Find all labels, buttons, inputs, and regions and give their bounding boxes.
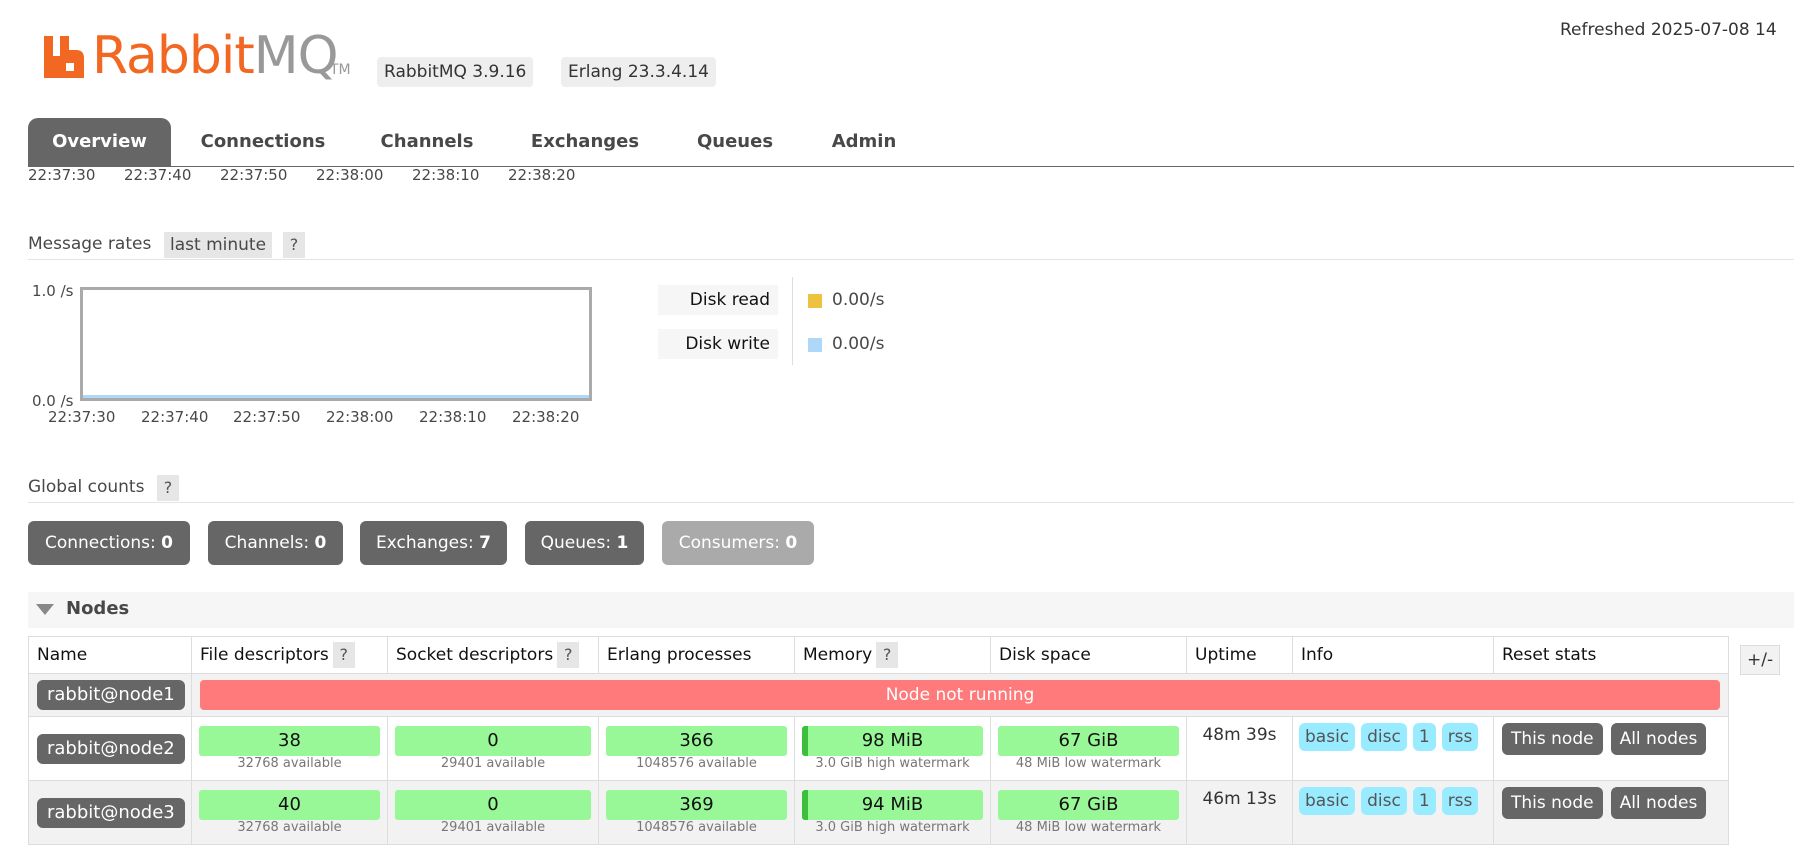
column-header-file-descriptors: File descriptors? <box>191 636 388 674</box>
main-navigation: Overview Connections Channels Exchanges … <box>28 118 1794 167</box>
info-badge: rss <box>1441 787 1479 815</box>
column-header-uptime: Uptime <box>1186 636 1293 674</box>
node-name-link[interactable]: rabbit@node1 <box>37 680 185 710</box>
nodes-title: Nodes <box>66 598 130 619</box>
nodes-section-header[interactable] <box>28 592 1794 628</box>
exchanges-count-button[interactable]: Exchanges: 7 <box>360 521 507 565</box>
legend-disk-read-label: Disk read <box>658 285 778 315</box>
help-button[interactable]: ? <box>332 642 355 668</box>
collapse-triangle-icon[interactable] <box>36 604 54 615</box>
divider <box>28 259 1794 260</box>
nodes-table: Name File descriptors? Socket descriptor… <box>28 636 1729 845</box>
table-row: rabbit@node3 40 32768 available 0 29401 av… <box>28 780 1729 845</box>
tab-connections[interactable]: Connections <box>196 118 330 166</box>
chart-y-max-label: 1.0 /s <box>32 282 74 300</box>
global-counts-label: Global counts <box>28 477 145 497</box>
table-row: rabbit@node1 Node not running <box>28 673 1729 717</box>
chart-x-tick: 22:38:00 <box>326 408 394 426</box>
message-rates-help[interactable]: ? <box>283 232 305 258</box>
info-badge: rss <box>1441 723 1479 751</box>
tab-exchanges[interactable]: Exchanges <box>524 118 646 166</box>
reset-all-nodes-button[interactable]: All nodes <box>1610 787 1707 819</box>
reset-this-node-button[interactable]: This node <box>1502 787 1603 819</box>
column-header-reset-stats: Reset stats <box>1493 636 1729 674</box>
memory-metric: 98 MiB 3.0 GiB high watermark <box>802 725 983 772</box>
node-name-link[interactable]: rabbit@node2 <box>37 733 185 764</box>
legend-disk-write-value: 0.00/s <box>832 334 885 354</box>
column-header-info: Info <box>1292 636 1494 674</box>
chart-x-tick: 22:38:10 <box>419 408 487 426</box>
logo-trademark: TM <box>330 62 351 78</box>
rabbitmq-version-badge: RabbitMQ 3.9.16 <box>377 57 534 87</box>
column-header-socket-descriptors: Socket descriptors? <box>387 636 599 674</box>
refreshed-timestamp: Refreshed 2025-07-08 14 <box>1560 20 1777 40</box>
divider <box>28 502 1794 503</box>
erlang-processes-metric: 369 1048576 available <box>606 789 787 836</box>
chart-x-tick: 22:37:40 <box>141 408 209 426</box>
consumers-count-button[interactable]: Consumers: 0 <box>662 521 814 565</box>
uptime-value: 48m 39s <box>1186 716 1293 781</box>
node-not-running-status: Node not running <box>200 680 1720 710</box>
info-badge: 1 <box>1412 787 1436 815</box>
rabbitmq-logo-icon <box>44 36 84 78</box>
reset-all-nodes-button[interactable]: All nodes <box>1610 723 1707 755</box>
node-name-link[interactable]: rabbit@node3 <box>37 797 185 828</box>
column-header-disk-space: Disk space <box>990 636 1187 674</box>
memory-metric: 94 MiB 3.0 GiB high watermark <box>802 789 983 836</box>
socket-descriptors-metric: 0 29401 available <box>395 725 591 772</box>
file-descriptors-metric: 40 32768 available <box>199 789 380 836</box>
channels-count-button[interactable]: Channels: 0 <box>208 521 343 565</box>
info-badges: basic disc 1 rss <box>1292 716 1494 781</box>
tab-queues[interactable]: Queues <box>690 118 780 166</box>
disk-write-swatch <box>808 338 822 352</box>
disk-read-swatch <box>808 294 822 308</box>
tab-channels[interactable]: Channels <box>374 118 480 166</box>
message-rates-range-selector[interactable]: last minute <box>164 232 273 258</box>
queues-count-button[interactable]: Queues: 1 <box>525 521 644 565</box>
info-badge: basic <box>1299 787 1356 815</box>
logo-wordmark: RabbitMQ <box>92 26 339 86</box>
time-tick: 22:38:10 <box>412 166 480 184</box>
time-tick: 22:38:00 <box>316 166 384 184</box>
erlang-processes-metric: 366 1048576 available <box>606 725 787 772</box>
tab-overview[interactable]: Overview <box>28 118 171 166</box>
time-tick: 22:37:50 <box>220 166 288 184</box>
table-row: rabbit@node2 38 32768 available 0 29401 av… <box>28 716 1729 781</box>
message-rates-chart <box>80 287 592 401</box>
tab-admin[interactable]: Admin <box>824 118 904 166</box>
info-badges: basic disc 1 rss <box>1292 780 1494 845</box>
help-button[interactable]: ? <box>876 642 899 668</box>
global-counts-help[interactable]: ? <box>157 475 179 501</box>
time-tick: 22:37:30 <box>28 166 96 184</box>
column-header-name: Name <box>28 636 192 674</box>
disk-space-metric: 67 GiB 48 MiB low watermark <box>998 789 1179 836</box>
chart-x-tick: 22:37:30 <box>48 408 116 426</box>
socket-descriptors-metric: 0 29401 available <box>395 789 591 836</box>
file-descriptors-metric: 38 32768 available <box>199 725 380 772</box>
erlang-version-badge: Erlang 23.3.4.14 <box>561 57 716 87</box>
info-badge: disc <box>1361 723 1407 751</box>
legend-disk-read-value: 0.00/s <box>832 290 885 310</box>
disk-write-series-line <box>83 395 589 398</box>
column-header-memory: Memory? <box>794 636 991 674</box>
column-header-erlang-processes: Erlang processes <box>598 636 795 674</box>
uptime-value: 46m 13s <box>1186 780 1293 845</box>
message-rates-label: Message rates <box>28 234 152 254</box>
chart-x-tick: 22:38:20 <box>512 408 580 426</box>
help-button[interactable]: ? <box>557 642 580 668</box>
info-badge: 1 <box>1412 723 1436 751</box>
legend-disk-write-label: Disk write <box>658 329 778 359</box>
connections-count-button[interactable]: Connections: 0 <box>28 521 190 565</box>
time-tick: 22:38:20 <box>508 166 576 184</box>
disk-space-metric: 67 GiB 48 MiB low watermark <box>998 725 1179 772</box>
legend-divider <box>792 277 793 365</box>
chart-x-tick: 22:37:50 <box>233 408 301 426</box>
info-badge: disc <box>1361 787 1407 815</box>
time-tick: 22:37:40 <box>124 166 192 184</box>
reset-this-node-button[interactable]: This node <box>1502 723 1603 755</box>
info-badge: basic <box>1299 723 1356 751</box>
column-toggle-button[interactable]: +/- <box>1740 645 1781 675</box>
